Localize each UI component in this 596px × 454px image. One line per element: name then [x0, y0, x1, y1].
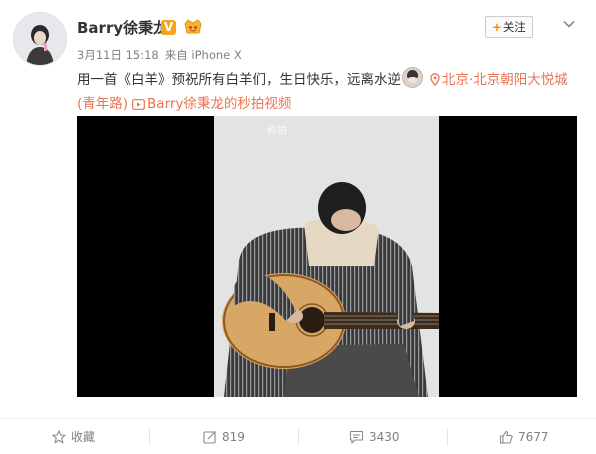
follow-label: 关注 — [502, 20, 526, 34]
post-time[interactable]: 3月11日 15:18 — [77, 48, 159, 62]
post-meta: 3月11日 15:18 来自 iPhone X — [77, 47, 242, 63]
post-body: 用一首《白羊》预祝所有白羊们，生日快乐，远离水逆 北京·北京朝阳大悦城(青年路) B… — [77, 67, 577, 116]
divider — [447, 428, 448, 446]
action-bar: 收藏 819 3430 7677 — [0, 418, 596, 454]
username[interactable]: Barry徐秉龙 — [77, 17, 168, 38]
plus-icon: + — [492, 20, 502, 34]
post-text: 用一首《白羊》预祝所有白羊们，生日快乐，远离水逆 — [77, 72, 401, 88]
comment-button[interactable]: 3430 — [349, 427, 400, 447]
avatar[interactable] — [13, 12, 67, 66]
comment-count: 3430 — [369, 430, 400, 444]
video-link[interactable]: Barry徐秉龙的秒拍视频 — [128, 96, 291, 112]
location-pin-icon — [430, 73, 440, 86]
video-player[interactable]: 秒拍 — [77, 116, 577, 397]
more-icon[interactable] — [562, 16, 576, 30]
video-link-text: Barry徐秉龙的秒拍视频 — [147, 96, 292, 112]
post-source: 来自 iPhone X — [164, 48, 242, 62]
fan-badge-icon[interactable] — [182, 18, 204, 36]
like-count: 7677 — [518, 430, 549, 444]
favorite-label: 收藏 — [71, 430, 96, 444]
favorite-button[interactable]: 收藏 — [51, 427, 96, 447]
like-button[interactable]: 7677 — [499, 427, 549, 447]
comment-icon — [349, 430, 364, 445]
follow-button[interactable]: +关注 — [485, 16, 533, 38]
thumbs-up-icon — [499, 430, 513, 444]
video-watermark: 秒拍 — [267, 126, 287, 137]
repost-icon — [203, 431, 216, 444]
repost-button[interactable]: 819 — [203, 427, 245, 447]
emoji-icon — [402, 67, 423, 88]
video-frame — [214, 116, 439, 397]
video-icon — [132, 99, 145, 110]
repost-count: 819 — [222, 430, 245, 444]
divider — [298, 428, 299, 446]
star-icon — [51, 429, 67, 444]
divider — [149, 428, 150, 446]
verified-badge: V — [161, 20, 176, 35]
